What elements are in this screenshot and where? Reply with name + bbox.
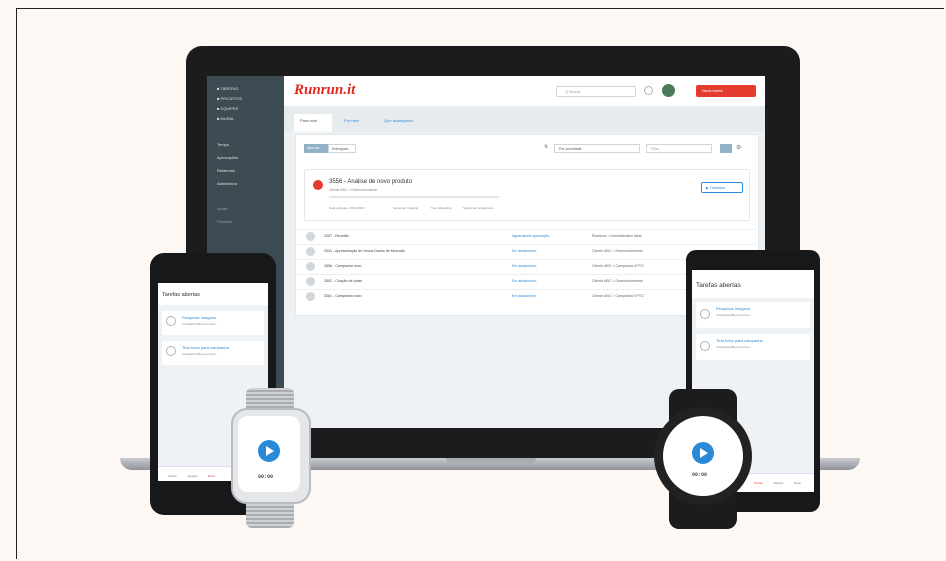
top-bar: Runrun.it Q Busca Nova tarefa xyxy=(284,76,765,107)
card-title: Tirar fotos para campanha xyxy=(182,345,229,350)
play-icon[interactable] xyxy=(166,346,176,356)
play-icon[interactable] xyxy=(306,262,315,271)
sidebar-item-pessoas[interactable]: Pessoas xyxy=(217,219,232,224)
card-title: Pesquisar imagens xyxy=(182,315,217,320)
left-phone-title: Tarefas abertas xyxy=(162,292,200,298)
row-status: Em andamento xyxy=(512,249,537,253)
new-task-button[interactable]: Nova tarefa xyxy=(696,85,756,97)
current-task-subtitle: Cliente ABC > Desenvolvimento xyxy=(329,188,378,192)
tab-para-mim[interactable]: Para mim xyxy=(300,118,317,123)
sidebar-item-mural[interactable]: ■ MURAL xyxy=(217,116,235,121)
avatar[interactable] xyxy=(662,84,675,97)
row-status: Em andamento xyxy=(512,294,537,298)
sidebar-item-administrar[interactable]: Administrar xyxy=(217,181,237,186)
meta-status: Status: Em andamento xyxy=(463,206,494,210)
tab-que-acompanho[interactable]: Que acompanho xyxy=(384,118,414,123)
current-task-card[interactable]: 3556 - Análise de novo produto Cliente A… xyxy=(304,169,750,221)
row-title: 3502 - Criação de posts xyxy=(324,279,363,283)
sort-icon: ⇅ xyxy=(544,144,549,150)
nav-equipes[interactable]: Equipes xyxy=(774,482,783,485)
list-item[interactable]: Tirar fotos para campanha Campanha Blue … xyxy=(162,341,264,365)
card-title: Pesquisar imagens xyxy=(716,306,751,311)
left-watch-screen: 00:00 xyxy=(238,416,300,492)
play-icon[interactable] xyxy=(306,277,315,286)
play-icon[interactable] xyxy=(700,341,710,351)
laptop-screen: ■ TAREFAS ■ PROJETOS ■ EQUIPES ■ MURAL T… xyxy=(207,76,765,428)
tab-por-mim[interactable]: Por mim xyxy=(344,118,359,123)
nav-mural[interactable]: Mural xyxy=(794,482,801,485)
sidebar-item-tarefas[interactable]: ■ TAREFAS xyxy=(217,86,238,91)
card-sub: Campanha Blue em Novo xyxy=(182,352,217,356)
row-client: Cliente ABC > Campanha XPTO xyxy=(592,294,644,298)
row-title: 3361 - Campanha novo xyxy=(324,294,362,298)
row-client: Cliente ABC > Desenvolvimento xyxy=(592,279,644,283)
sidebar-item-equipes[interactable]: ■ EQUIPES xyxy=(217,106,238,111)
row-status: Aguardando aprovação xyxy=(512,234,550,238)
sidebar-item-aprovacoes[interactable]: Aprovações xyxy=(217,155,238,160)
list-item[interactable]: Tirar fotos para campanha Campanha Blue … xyxy=(696,334,810,360)
record-icon[interactable] xyxy=(313,180,323,190)
current-task-title: 3556 - Análise de novo produto xyxy=(329,179,413,185)
sort-select[interactable]: Por prioridade xyxy=(554,144,640,153)
nav-mural[interactable]: Mural xyxy=(208,475,215,478)
play-icon[interactable] xyxy=(166,316,176,326)
row-client: Cliente ABC > Desenvolvimento xyxy=(592,249,644,253)
brand-logo[interactable]: Runrun.it xyxy=(294,82,355,99)
meta-date: Data entregue: 25/11/2015 xyxy=(329,206,365,210)
row-status: Em andamento xyxy=(512,279,537,283)
laptop-notch xyxy=(446,458,536,463)
row-title: 3341 - Apresentação de Novos Dados de Me… xyxy=(324,249,405,253)
notification-icon[interactable] xyxy=(644,86,653,95)
right-watch-screen: 00:00 xyxy=(663,416,743,496)
card-sub: Campanha Blue em Novo xyxy=(716,345,751,349)
tab-bar: Para mim Por mim Que acompanho xyxy=(284,106,765,132)
search-input[interactable]: Q Busca xyxy=(556,86,636,97)
card-title: Tirar fotos para campanha xyxy=(716,338,763,343)
nav-tarefas[interactable]: Tarefas xyxy=(754,482,763,485)
play-icon[interactable] xyxy=(306,232,315,241)
list-view-button[interactable] xyxy=(720,144,732,153)
row-status: Em andamento xyxy=(512,264,537,268)
list-item[interactable]: Pesquisar imagens Campanha Blue em Novo xyxy=(696,302,810,328)
sidebar-item-relatorios[interactable]: Relatórios xyxy=(217,168,235,173)
row-title: 3357 - Reunião xyxy=(324,234,349,238)
filter-input[interactable]: Filtro xyxy=(646,144,712,153)
progress-track xyxy=(329,196,499,198)
right-phone-title: Tarefas abertas xyxy=(696,282,741,289)
toggle-abertas[interactable]: Abertas xyxy=(304,144,328,153)
tab-active-bg xyxy=(294,114,332,132)
play-icon[interactable] xyxy=(306,247,315,256)
card-sub: Campanha Blue em Novo xyxy=(716,313,751,317)
row-client: Cliente ABC > Campanha XPTO xyxy=(592,264,644,268)
play-icon[interactable] xyxy=(258,440,280,462)
card-sub: Campanha Blue em Novo xyxy=(182,322,217,326)
nav-tarefas[interactable]: Tarefas xyxy=(168,475,177,478)
watch-timer: 00:00 xyxy=(258,474,274,480)
play-icon[interactable] xyxy=(692,442,714,464)
watch-timer: 00:00 xyxy=(692,472,708,478)
play-icon[interactable] xyxy=(700,309,710,319)
sidebar-item-projetos[interactable]: ■ PROJETOS xyxy=(217,96,242,101)
sidebar-item-ajuda[interactable]: Ajuda xyxy=(217,206,227,211)
row-client: Elanticus > Administrativo ideal xyxy=(592,234,642,238)
sidebar-item-tempo[interactable]: Tempo xyxy=(217,142,229,147)
nav-equipes[interactable]: Equipes xyxy=(188,475,197,478)
list-item[interactable]: Pesquisar imagens Campanha Blue em Novo xyxy=(162,311,264,335)
meta-tipo: Tipo: Marketing xyxy=(431,206,452,210)
gear-icon[interactable]: ⚙ xyxy=(736,144,741,151)
play-icon[interactable] xyxy=(306,292,315,301)
table-row[interactable]: 3357 - Reunião Aguardando aprovação Elanti… xyxy=(296,229,756,244)
meta-gerencia: Gerência: Ongoing xyxy=(393,206,419,210)
row-title: 3556 - Campanha novo xyxy=(324,264,362,268)
toggle-entregues[interactable]: Entregues xyxy=(328,144,356,153)
work-button[interactable]: ▶ Trabalhar xyxy=(701,182,743,193)
